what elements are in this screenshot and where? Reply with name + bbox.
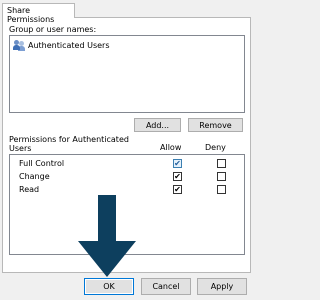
change-deny-checkbox[interactable]: [217, 172, 226, 181]
ok-button[interactable]: OK: [84, 278, 134, 295]
read-deny-checkbox[interactable]: [217, 185, 226, 194]
permission-row-full-control: Full Control: [10, 158, 244, 170]
group-names-label: Group or user names:: [9, 25, 97, 34]
tab-share-permissions[interactable]: Share Permissions: [2, 3, 75, 24]
arrow-down-icon: [78, 195, 136, 277]
add-button[interactable]: Add...: [134, 118, 181, 132]
allow-column-header: Allow: [160, 143, 182, 152]
remove-button-label: Remove: [199, 120, 232, 130]
permission-name: Read: [19, 185, 40, 194]
apply-button-label: Apply: [210, 282, 234, 291]
read-allow-checkbox[interactable]: [173, 185, 182, 194]
change-allow-checkbox[interactable]: [173, 172, 182, 181]
permission-row-change: Change: [10, 171, 244, 183]
user-name: Authenticated Users: [28, 41, 110, 50]
permission-name: Full Control: [19, 159, 65, 168]
apply-button[interactable]: Apply: [197, 278, 247, 295]
permission-name: Change: [19, 172, 50, 181]
remove-button[interactable]: Remove: [188, 118, 243, 132]
permissions-label: Permissions for Authenticated Users: [9, 135, 129, 153]
users-group-icon: [13, 40, 25, 51]
list-item[interactable]: Authenticated Users: [13, 39, 109, 52]
ok-button-label: OK: [103, 282, 115, 291]
deny-column-header: Deny: [205, 143, 226, 152]
tab-label: Share Permissions: [7, 6, 55, 24]
cancel-button[interactable]: Cancel: [141, 278, 191, 295]
full-control-allow-checkbox[interactable]: [173, 159, 182, 168]
add-button-label: Add...: [145, 120, 170, 130]
user-list[interactable]: Authenticated Users: [9, 35, 245, 113]
cancel-button-label: Cancel: [152, 282, 180, 291]
full-control-deny-checkbox[interactable]: [217, 159, 226, 168]
